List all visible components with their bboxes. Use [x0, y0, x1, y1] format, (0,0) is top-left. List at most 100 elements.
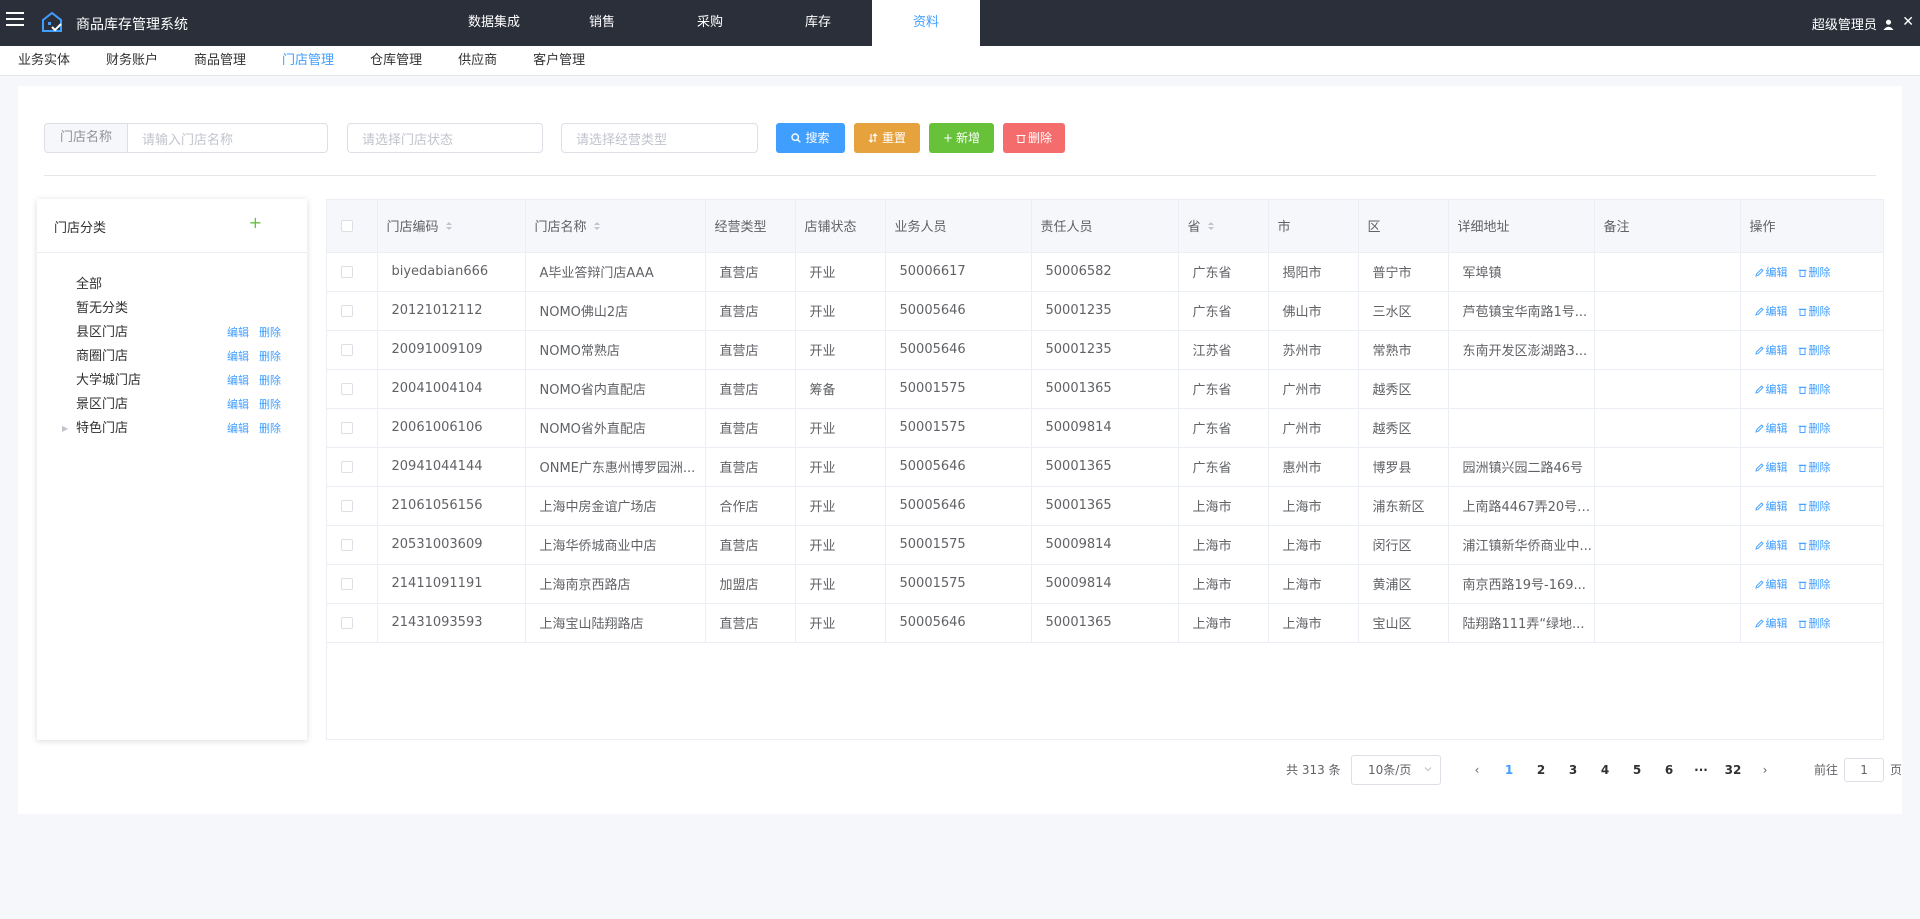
tree-edit-button[interactable]: 编辑	[227, 345, 249, 369]
row-checkbox[interactable]	[341, 382, 353, 395]
trash-icon	[1798, 617, 1809, 630]
caret-right-icon[interactable]: ▶	[62, 417, 68, 441]
tree-edit-button[interactable]: 编辑	[227, 417, 249, 441]
table-cell: ONME广东惠州博罗园洲...	[525, 447, 706, 487]
column-header[interactable]: 省	[1178, 200, 1269, 253]
row-delete-button[interactable]: 删除	[1798, 461, 1831, 474]
row-checkbox[interactable]	[341, 421, 353, 434]
subnav-item-3[interactable]: 门店管理	[282, 46, 334, 75]
tree-node[interactable]: ▶ 特色门店 编辑 删除	[37, 417, 307, 441]
store-name-label: 门店名称	[45, 124, 129, 152]
row-edit-button[interactable]: 编辑	[1754, 617, 1788, 630]
tree-delete-button[interactable]: 删除	[259, 393, 281, 417]
table-cell: 苏州市	[1268, 330, 1359, 370]
row-checkbox[interactable]	[341, 343, 353, 356]
row-edit-button[interactable]: 编辑	[1754, 266, 1788, 279]
row-checkbox[interactable]	[341, 616, 353, 629]
prev-page-icon[interactable]: ‹	[1461, 755, 1493, 785]
page-number[interactable]: 2	[1525, 755, 1557, 785]
row-delete-button[interactable]: 删除	[1798, 344, 1831, 357]
row-delete-button[interactable]: 删除	[1798, 578, 1831, 591]
row-edit-button[interactable]: 编辑	[1754, 539, 1788, 552]
sort-icon[interactable]	[593, 220, 601, 236]
store-name-input[interactable]: 请输入门店名称	[128, 129, 233, 148]
subnav-item-2[interactable]: 商品管理	[194, 46, 246, 75]
select-all-checkbox[interactable]	[341, 219, 353, 232]
row-checkbox[interactable]	[341, 577, 353, 590]
tree-delete-button[interactable]: 删除	[259, 345, 281, 369]
table-cell: 20041004104	[377, 369, 526, 409]
user-menu[interactable]: 超级管理员	[1812, 14, 1894, 33]
row-delete-button[interactable]: 删除	[1798, 383, 1831, 396]
column-header-label: 备注	[1603, 220, 1630, 236]
row-delete-label: 删除	[1808, 460, 1831, 474]
tree-node[interactable]: 景区门店 编辑 删除	[37, 393, 307, 417]
tree-node[interactable]: 县区门店 编辑 删除	[37, 321, 307, 345]
tree-delete-button[interactable]: 删除	[259, 321, 281, 345]
tree-edit-button[interactable]: 编辑	[227, 393, 249, 417]
row-edit-button[interactable]: 编辑	[1754, 383, 1788, 396]
tree-edit-button[interactable]: 编辑	[227, 369, 249, 393]
row-delete-button[interactable]: 删除	[1798, 500, 1831, 513]
row-checkbox[interactable]	[341, 304, 353, 317]
row-delete-button[interactable]: 删除	[1798, 266, 1831, 279]
tree-delete-button[interactable]: 删除	[259, 369, 281, 393]
column-header[interactable]: 门店名称	[525, 200, 706, 253]
column-header[interactable]: 门店编码	[377, 200, 526, 253]
tree-node[interactable]: 暂无分类	[37, 297, 307, 321]
row-delete-button[interactable]: 删除	[1798, 617, 1831, 630]
plus-icon: +	[942, 131, 954, 145]
row-edit-button[interactable]: 编辑	[1754, 461, 1788, 474]
page-number[interactable]: 3	[1557, 755, 1589, 785]
subnav-item-5[interactable]: 供应商	[458, 46, 497, 75]
tab-3[interactable]: 库存	[764, 0, 872, 46]
row-delete-button[interactable]: 删除	[1798, 305, 1831, 318]
tree-node[interactable]: 全部	[37, 273, 307, 297]
row-edit-button[interactable]: 编辑	[1754, 344, 1788, 357]
subnav-item-6[interactable]: 客户管理	[533, 46, 585, 75]
add-category-icon[interactable]: +	[249, 213, 262, 232]
tree-node[interactable]: 大学城门店 编辑 删除	[37, 369, 307, 393]
row-checkbox[interactable]	[341, 460, 353, 473]
tree-node[interactable]: 商圈门店 编辑 删除	[37, 345, 307, 369]
store-name-filter[interactable]: 门店名称 请输入门店名称	[44, 123, 328, 153]
reset-button[interactable]: 重置	[854, 123, 920, 153]
page-number[interactable]: 5	[1621, 755, 1653, 785]
tab-0[interactable]: 数据集成	[440, 0, 548, 46]
add-button[interactable]: + 新增	[929, 123, 994, 153]
page-size-select[interactable]: 10条/页	[1351, 755, 1441, 785]
subnav-item-4[interactable]: 仓库管理	[370, 46, 422, 75]
row-delete-button[interactable]: 删除	[1798, 539, 1831, 552]
page-number[interactable]: 4	[1589, 755, 1621, 785]
page-number[interactable]: ···	[1685, 755, 1717, 785]
row-checkbox[interactable]	[341, 499, 353, 512]
row-edit-button[interactable]: 编辑	[1754, 578, 1788, 591]
row-edit-button[interactable]: 编辑	[1754, 305, 1788, 318]
row-edit-button[interactable]: 编辑	[1754, 422, 1788, 435]
tree-delete-button[interactable]: 删除	[259, 417, 281, 441]
sort-icon[interactable]	[1207, 220, 1215, 236]
menu-icon[interactable]	[6, 12, 24, 30]
tree-edit-button[interactable]: 编辑	[227, 321, 249, 345]
subnav-item-1[interactable]: 财务账户	[106, 46, 158, 75]
row-edit-button[interactable]: 编辑	[1754, 500, 1788, 513]
tab-1[interactable]: 销售	[548, 0, 656, 46]
business-type-select[interactable]: 请选择经营类型	[561, 123, 758, 153]
tab-4[interactable]: 资料	[872, 0, 980, 46]
row-delete-button[interactable]: 删除	[1798, 422, 1831, 435]
delete-button[interactable]: 删除	[1003, 123, 1065, 153]
subnav-item-0[interactable]: 业务实体	[18, 46, 70, 75]
sort-icon[interactable]	[445, 220, 453, 236]
row-checkbox[interactable]	[341, 538, 353, 551]
close-icon[interactable]: ✕	[1902, 14, 1914, 30]
user-icon	[1883, 19, 1894, 30]
goto-input[interactable]: 1	[1844, 758, 1885, 782]
page-number[interactable]: 32	[1717, 755, 1749, 785]
page-number[interactable]: 6	[1653, 755, 1685, 785]
search-button[interactable]: 搜索	[776, 123, 845, 153]
store-status-select[interactable]: 请选择门店状态	[347, 123, 543, 153]
next-page-icon[interactable]: ›	[1749, 755, 1781, 785]
row-checkbox[interactable]	[341, 265, 353, 278]
tab-2[interactable]: 采购	[656, 0, 764, 46]
page-number[interactable]: 1	[1493, 755, 1525, 785]
